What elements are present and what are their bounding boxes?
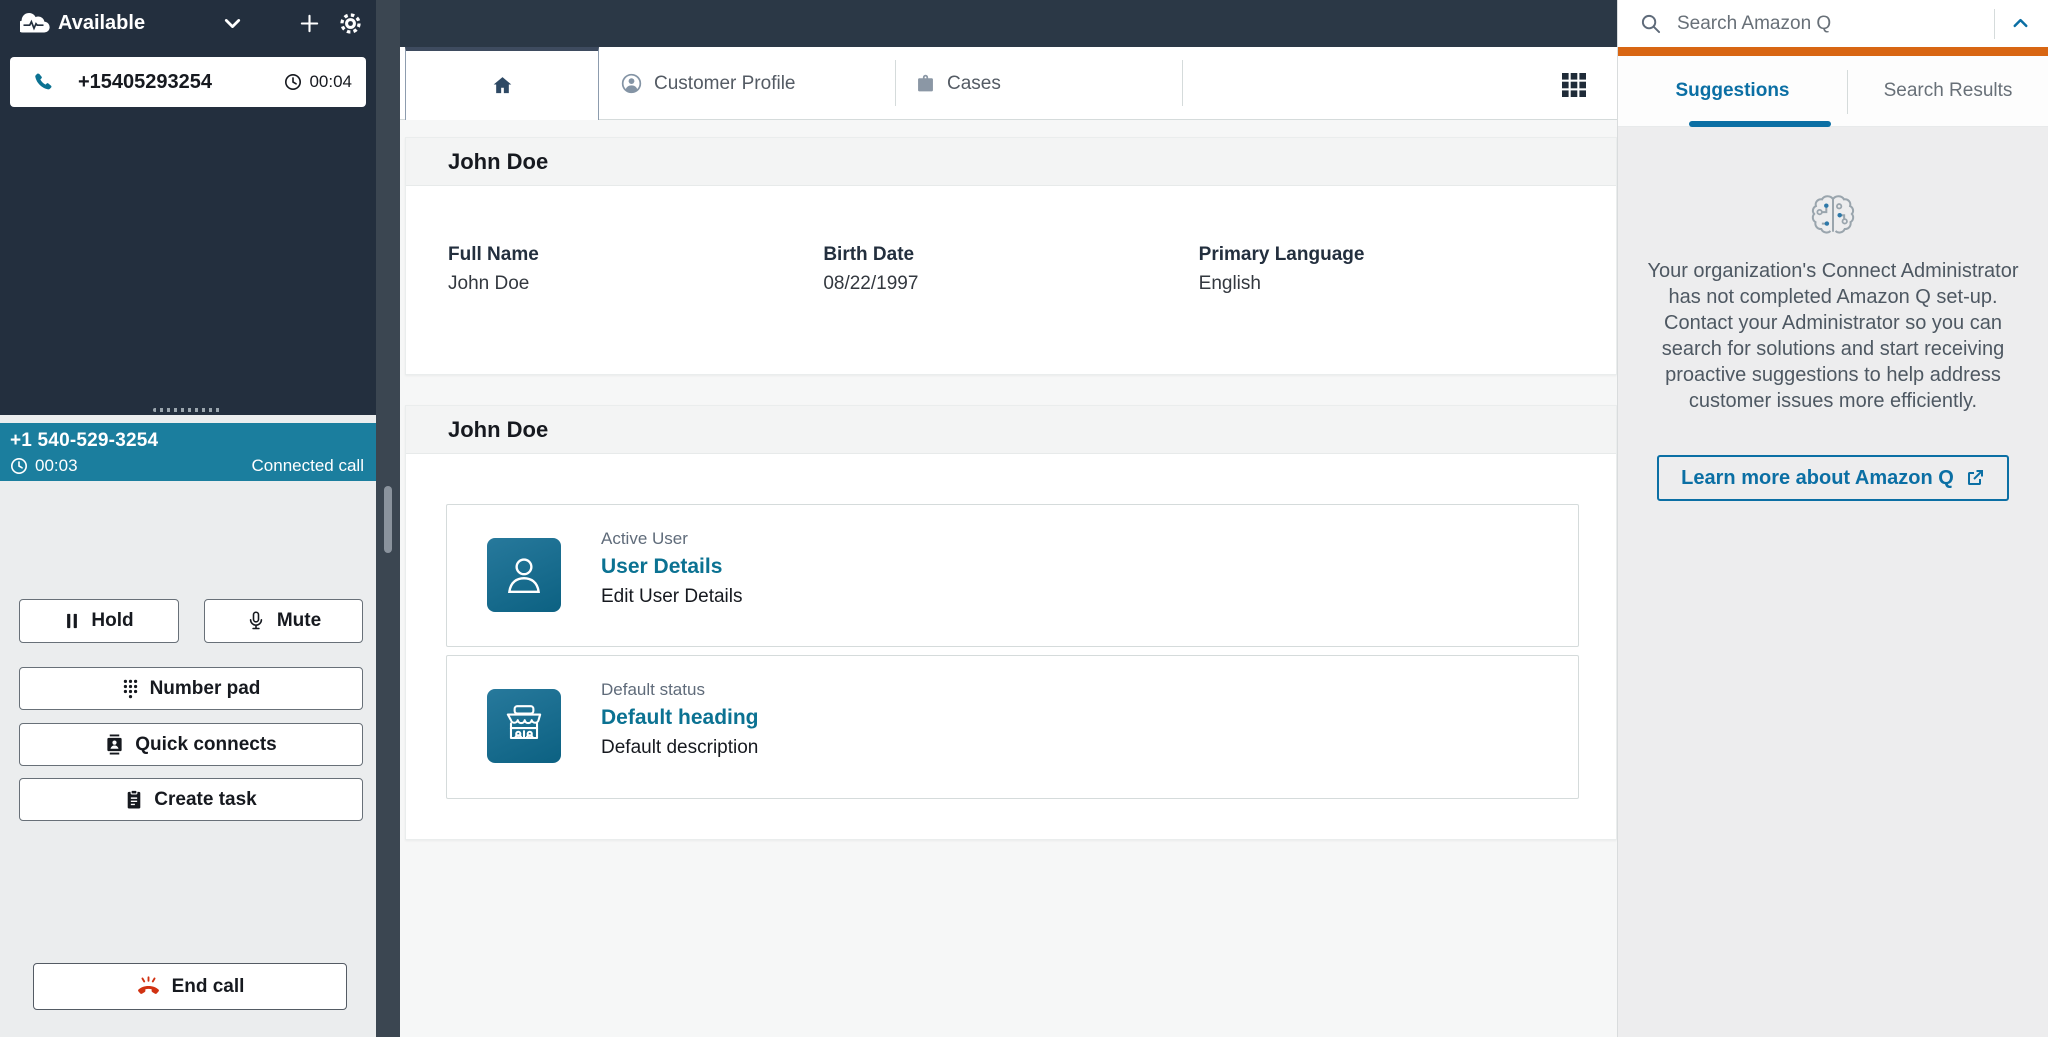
end-call-label: End call — [172, 976, 245, 998]
section-title: John Doe — [448, 417, 548, 443]
customer-profile-section: John Doe Full Name John Doe Birth Date 0… — [405, 137, 1617, 375]
field-full-name: Full Name John Doe — [448, 244, 823, 295]
connected-call-timer: 00:03 — [35, 456, 78, 476]
ccp-header: Available — [0, 0, 376, 47]
end-call-button[interactable]: End call — [33, 963, 347, 1010]
tab-suggestions[interactable]: Suggestions — [1618, 56, 1847, 126]
hold-button[interactable]: Hold — [19, 599, 179, 643]
agent-status-label: Available — [58, 12, 145, 35]
amazon-q-search-input[interactable] — [1675, 12, 1988, 36]
section-header: John Doe — [406, 138, 1616, 186]
brain-circuit-icon — [1804, 191, 1862, 245]
user-icon — [487, 538, 561, 612]
hold-label: Hold — [91, 610, 133, 632]
quick-connects-label: Quick connects — [135, 734, 277, 756]
tab-separator — [1182, 60, 1183, 106]
storefront-icon — [487, 689, 561, 763]
workspace-tabbar: Customer Profile Cases — [400, 47, 1617, 120]
tab-search-results-label: Search Results — [1884, 80, 2013, 102]
amazon-q-panel: Suggestions Search Results — [1617, 0, 2048, 1037]
clock-icon — [10, 457, 28, 475]
pause-icon — [64, 612, 80, 630]
field-birth-date: Birth Date 08/22/1997 — [823, 244, 1198, 295]
learn-more-label: Learn more about Amazon Q — [1681, 467, 1954, 490]
connected-call-banner[interactable]: +1 540-529-3254 00:03 Connected call — [0, 423, 376, 481]
panel-drag-handle[interactable] — [153, 408, 223, 412]
person-circle-icon — [620, 72, 643, 95]
card-status: Default status — [601, 680, 759, 700]
field-label: Birth Date — [823, 244, 1198, 266]
field-label: Primary Language — [1199, 244, 1574, 266]
card-description: Default description — [601, 737, 759, 759]
field-label: Full Name — [448, 244, 823, 266]
ccp-panel: Available +15405293254 — [0, 0, 400, 1037]
clipboard-icon — [125, 789, 143, 810]
amazon-q-search-bar — [1618, 0, 2048, 47]
new-contact-plus-icon[interactable] — [298, 0, 321, 47]
search-icon — [1640, 13, 1661, 34]
phone-icon — [32, 71, 54, 93]
tab-separator — [895, 60, 896, 106]
tab-customer-profile-label: Customer Profile — [654, 73, 796, 95]
card-description: Edit User Details — [601, 586, 743, 608]
connected-call-number: +1 540-529-3254 — [10, 430, 366, 452]
ccp-call-area: +15405293254 00:04 — [0, 47, 376, 415]
amazon-q-empty-state: Your organization's Connect Administrato… — [1618, 127, 2048, 1037]
connected-call-status: Connected call — [252, 456, 364, 476]
field-value: 08/22/1997 — [823, 273, 1198, 295]
quick-connects-button[interactable]: Quick connects — [19, 723, 363, 766]
briefcase-icon — [915, 73, 936, 94]
tab-cases-label: Cases — [947, 73, 1001, 95]
default-widget-card: Default status Default heading Default d… — [446, 655, 1579, 799]
workspace-topbar — [400, 0, 1617, 47]
dialpad-icon — [122, 678, 139, 700]
home-icon — [491, 74, 514, 97]
agent-workspace: Available +15405293254 — [0, 0, 2048, 1037]
create-task-label: Create task — [154, 789, 256, 811]
field-value: English — [1199, 273, 1574, 295]
tab-home[interactable] — [405, 47, 599, 120]
user-details-card: Active User User Details Edit User Detai… — [446, 504, 1579, 647]
mute-button[interactable]: Mute — [204, 599, 363, 643]
user-details-link[interactable]: User Details — [601, 555, 743, 579]
amazon-q-message: Your organization's Connect Administrato… — [1642, 258, 2024, 414]
search-separator — [1994, 9, 1995, 39]
learn-more-button[interactable]: Learn more about Amazon Q — [1657, 455, 2009, 501]
field-value: John Doe — [448, 273, 823, 295]
card-status: Active User — [601, 529, 743, 549]
mute-label: Mute — [277, 610, 321, 632]
widgets-section: John Doe Active User User Details Edit U… — [405, 405, 1617, 840]
incoming-call-card[interactable]: +15405293254 00:04 — [10, 57, 366, 107]
profile-fields: Full Name John Doe Birth Date 08/22/1997… — [406, 186, 1616, 295]
workspace-main: Customer Profile Cases — [400, 0, 1617, 1037]
connect-cloud-icon — [20, 12, 50, 35]
microphone-icon — [246, 610, 266, 632]
settings-gear-icon[interactable] — [338, 0, 363, 47]
section-title: John Doe — [448, 149, 548, 175]
grid-icon[interactable] — [1561, 72, 1587, 98]
tab-customer-profile[interactable]: Customer Profile — [620, 47, 796, 120]
amazon-q-accent-bar — [1618, 47, 2048, 56]
clock-icon — [284, 73, 302, 91]
field-primary-language: Primary Language English — [1199, 244, 1574, 295]
agent-status-selector[interactable]: Available — [58, 0, 145, 47]
status-chevron-down-icon[interactable] — [220, 0, 245, 47]
chevron-up-icon[interactable] — [2003, 8, 2038, 39]
tab-search-results[interactable]: Search Results — [1847, 56, 2048, 126]
number-pad-label: Number pad — [150, 678, 261, 700]
end-call-icon — [136, 976, 161, 997]
default-heading-link[interactable]: Default heading — [601, 706, 759, 730]
section-header: John Doe — [406, 406, 1616, 454]
amazon-q-tabs: Suggestions Search Results — [1618, 56, 2048, 127]
external-link-icon — [1965, 468, 1985, 488]
contacts-icon — [105, 734, 124, 755]
create-task-button[interactable]: Create task — [19, 778, 363, 821]
incoming-call-number: +15405293254 — [78, 71, 212, 94]
tab-suggestions-label: Suggestions — [1675, 80, 1789, 102]
tab-cases[interactable]: Cases — [915, 47, 1001, 120]
number-pad-button[interactable]: Number pad — [19, 667, 363, 710]
ccp-scrollbar-thumb[interactable] — [384, 486, 392, 553]
incoming-call-timer: 00:04 — [309, 72, 352, 92]
ccp-scrollbar-track — [376, 0, 400, 1037]
